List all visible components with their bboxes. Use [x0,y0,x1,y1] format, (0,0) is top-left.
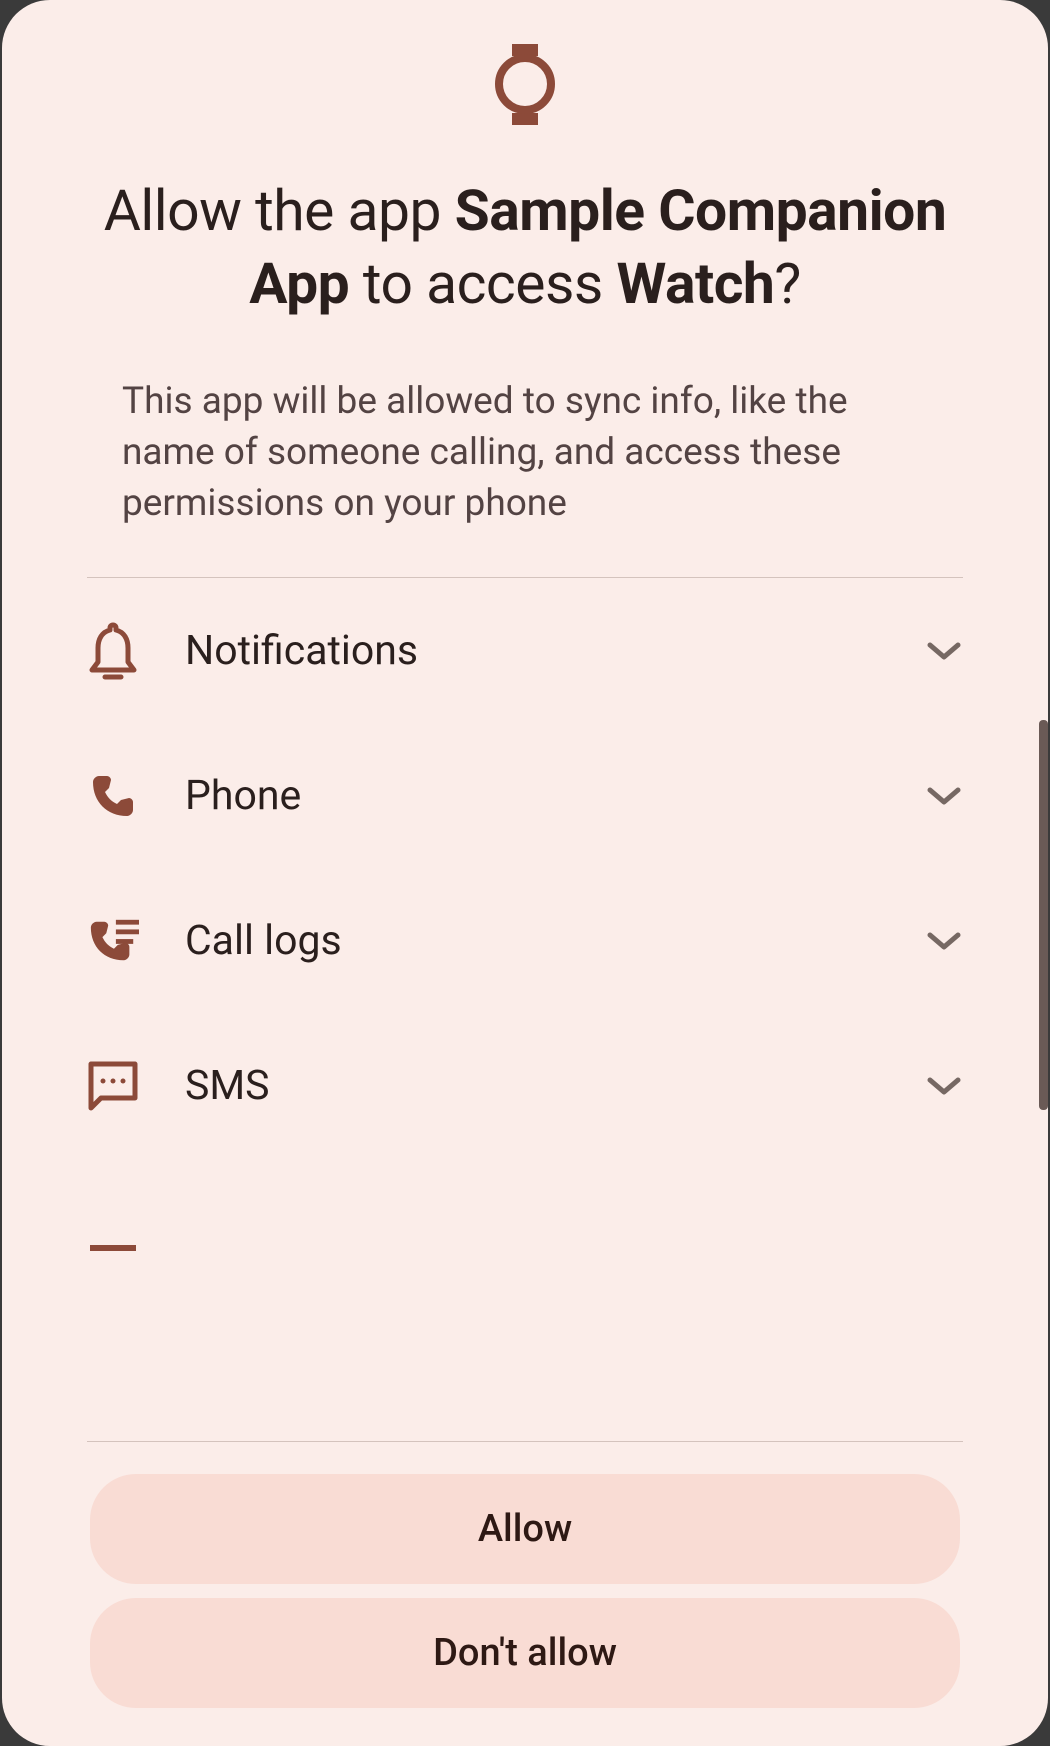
scrollbar[interactable] [1039,720,1048,1110]
permission-label: Call logs [185,917,925,965]
permission-item-partial[interactable] [87,1158,963,1303]
permission-item-phone[interactable]: Phone [87,723,963,868]
permission-label: SMS [185,1062,925,1110]
phone-icon [87,770,139,822]
chevron-down-icon [925,777,963,815]
watch-icon [2,44,1048,125]
allow-button[interactable]: Allow [90,1474,960,1584]
permission-item-call-logs[interactable]: Call logs [87,868,963,1013]
call-logs-icon [87,915,139,967]
contacts-icon [87,1224,139,1276]
bell-icon [87,625,139,677]
dialog-description: This app will be allowed to sync info, l… [2,376,1048,529]
permissions-list: Notifications Phone [2,578,1048,1441]
permission-label: Phone [185,772,925,820]
permission-label: Notifications [185,627,925,675]
deny-button[interactable]: Don't allow [90,1598,960,1708]
dialog-title: Allow the app Sample Companion App to ac… [2,175,1048,321]
permission-item-notifications[interactable]: Notifications [87,578,963,723]
sms-icon [87,1060,139,1112]
chevron-down-icon [925,632,963,670]
chevron-down-icon [925,922,963,960]
dialog-buttons: Allow Don't allow [2,1442,1048,1746]
chevron-down-icon [925,1067,963,1105]
permission-item-sms[interactable]: SMS [87,1013,963,1158]
permission-dialog: Allow the app Sample Companion App to ac… [2,0,1048,1746]
